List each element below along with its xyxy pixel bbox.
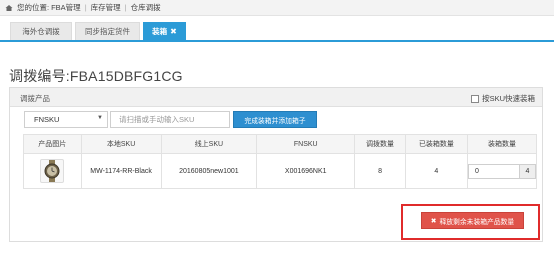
quick-pack-label: 按SKU快速装箱 xyxy=(482,94,535,103)
tab-packing[interactable]: 装箱 ✖ xyxy=(143,22,186,40)
tab-sync-shipment[interactable]: 同步指定货件 xyxy=(75,22,140,40)
breadcrumb-separator: | xyxy=(124,3,127,12)
caret-down-icon: ▼ xyxy=(97,115,103,121)
col-header-packed-qty: 已装箱数量 xyxy=(404,134,468,154)
online-sku-cell: 20160805new1001 xyxy=(160,153,258,189)
breadcrumb-item-fba[interactable]: FBA管理 xyxy=(51,2,81,13)
table-row: MW-1174-RR-Black 20160805new1001 X001696… xyxy=(23,153,538,189)
transfer-qty-cell: 8 xyxy=(354,153,406,189)
pack-qty-group: 0 4 xyxy=(467,163,536,179)
breadcrumb-separator: | xyxy=(84,3,87,12)
watch-icon xyxy=(44,160,60,182)
col-header-fnsku: FNSKU xyxy=(256,134,356,154)
local-sku-cell: MW-1174-RR-Black xyxy=(80,153,162,189)
quick-pack-checkbox[interactable] xyxy=(471,94,480,103)
col-header-pack-qty: 装箱数量 xyxy=(466,134,538,154)
pack-qty-max-addon: 4 xyxy=(519,163,536,179)
pack-qty-input[interactable]: 0 xyxy=(467,163,520,179)
pack-qty-cell: 0 4 xyxy=(466,153,538,189)
home-icon[interactable] xyxy=(4,3,13,12)
fnsku-cell: X001696NK1 xyxy=(256,153,356,189)
products-table: 产品图片 本地SKU 线上SKU FNSKU 调拨数量 已装箱数量 装箱数量 M… xyxy=(23,134,538,189)
product-thumbnail[interactable] xyxy=(40,159,65,183)
sku-scan-placeholder: 请扫描或手动输入SKU xyxy=(119,115,195,124)
sku-scan-input[interactable]: 请扫描或手动输入SKU xyxy=(110,111,230,128)
finish-pack-add-box-button[interactable]: 完成装箱并添加箱子 xyxy=(233,111,317,128)
table-header-row: 产品图片 本地SKU 线上SKU FNSKU 调拨数量 已装箱数量 装箱数量 xyxy=(23,134,538,154)
tab-bar: 海外仓调拨 同步指定货件 装箱 ✖ xyxy=(0,18,554,42)
panel-title: 调拨产品 xyxy=(20,94,50,103)
sku-type-select[interactable]: FNSKU ▼ xyxy=(24,111,108,128)
finish-pack-add-box-label: 完成装箱并添加箱子 xyxy=(244,117,306,125)
panel-header: 调拨产品 按SKU快速装箱 xyxy=(10,88,542,107)
sku-type-value: FNSKU xyxy=(34,115,60,124)
col-header-online-sku: 线上SKU xyxy=(160,134,258,154)
product-image-cell xyxy=(23,153,82,189)
tab-label: 装箱 xyxy=(152,27,168,36)
annotation-highlight-box xyxy=(401,204,540,240)
col-header-transfer-qty: 调拨数量 xyxy=(354,134,406,154)
breadcrumb: 您的位置: FBA管理 | 库存管理 | 仓库调拨 xyxy=(0,0,554,16)
breadcrumb-item-inventory[interactable]: 库存管理 xyxy=(91,2,121,13)
breadcrumb-prefix: 您的位置: xyxy=(17,3,50,12)
col-header-image: 产品图片 xyxy=(23,134,82,154)
tab-overseas-transfer[interactable]: 海外仓调拨 xyxy=(10,22,72,40)
close-icon[interactable]: ✖ xyxy=(170,27,177,36)
col-header-local-sku: 本地SKU xyxy=(80,134,162,154)
tab-label: 同步指定货件 xyxy=(85,27,130,36)
packed-qty-cell: 4 xyxy=(404,153,468,189)
page-title: 调拨编号:FBA15DBFG1CG xyxy=(9,68,183,84)
quick-pack-toggle[interactable]: 按SKU快速装箱 xyxy=(471,93,535,104)
tab-label: 海外仓调拨 xyxy=(22,27,60,36)
breadcrumb-item-transfer[interactable]: 仓库调拨 xyxy=(131,2,161,13)
